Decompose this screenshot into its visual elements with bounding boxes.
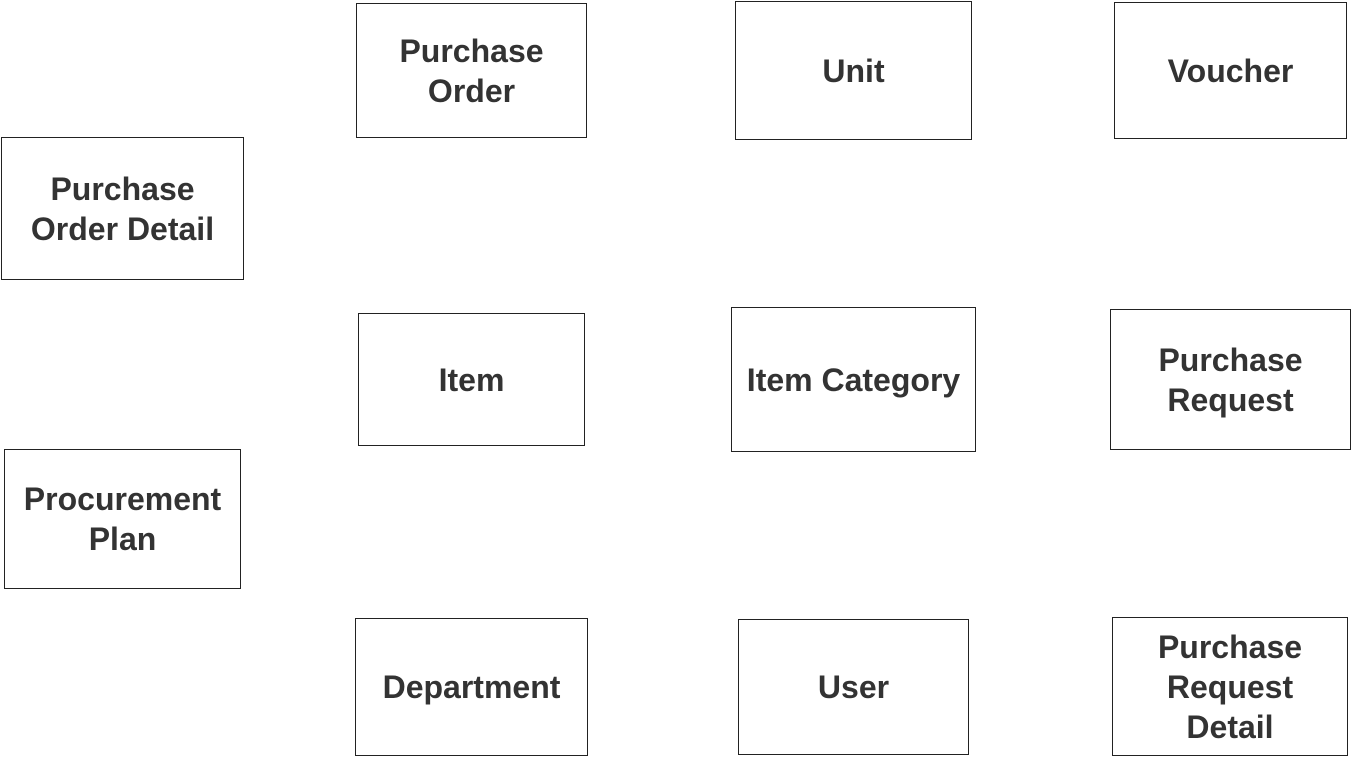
entity-procurement-plan[interactable]: Procurement Plan xyxy=(4,449,241,589)
entity-department[interactable]: Department xyxy=(355,618,588,756)
entity-purchase-order-detail[interactable]: Purchase Order Detail xyxy=(1,137,244,280)
entity-label: Purchase Request xyxy=(1158,341,1303,418)
entity-label: Department xyxy=(382,669,561,705)
entity-item-category[interactable]: Item Category xyxy=(731,307,976,452)
entity-unit[interactable]: Unit xyxy=(735,1,972,140)
entity-item[interactable]: Item xyxy=(358,313,585,446)
entity-voucher[interactable]: Voucher xyxy=(1114,2,1347,139)
entity-label: Item Category xyxy=(746,361,961,398)
entity-label: Unit xyxy=(822,52,885,89)
entity-label: Purchase Order Detail xyxy=(30,170,215,247)
entity-user[interactable]: User xyxy=(738,619,969,755)
entity-label: Procurement Plan xyxy=(23,481,222,557)
entity-label: User xyxy=(817,669,890,705)
entity-purchase-order[interactable]: Purchase Order xyxy=(356,3,587,138)
entity-purchase-request[interactable]: Purchase Request xyxy=(1110,309,1351,450)
entity-purchase-request-detail[interactable]: Purchase Request Detail xyxy=(1112,617,1348,756)
entity-label: Purchase Request Detail xyxy=(1157,628,1303,745)
entity-label: Voucher xyxy=(1167,52,1294,89)
entity-label: Item xyxy=(438,361,505,398)
entity-label: Purchase Order xyxy=(399,32,544,109)
